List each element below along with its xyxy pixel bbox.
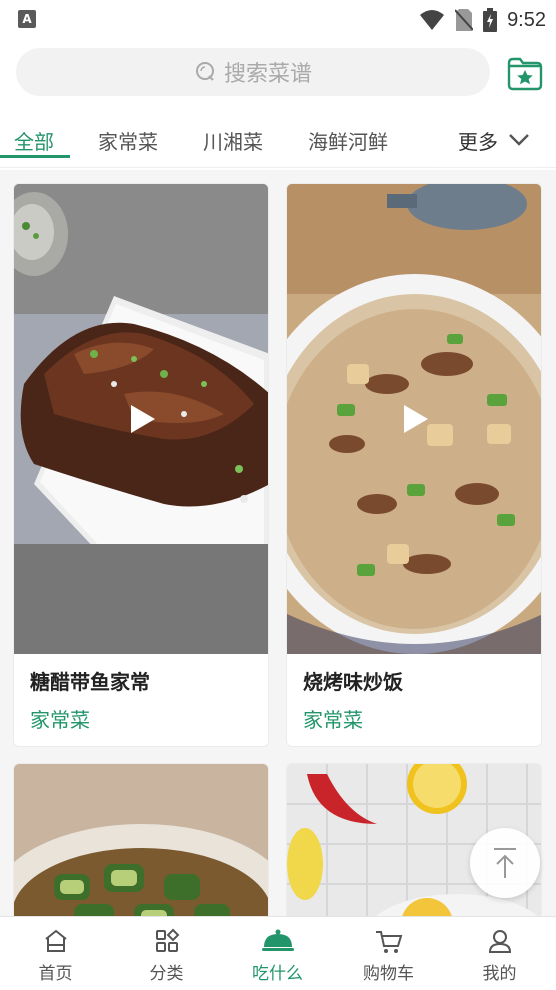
search-icon <box>195 62 214 81</box>
no-sim-icon <box>455 9 474 31</box>
tab-seafood[interactable]: 海鲜河鲜 <box>308 126 388 155</box>
recipe-image <box>287 184 541 654</box>
arrow-up-icon <box>494 848 516 878</box>
nav-mine-label: 我的 <box>482 964 517 984</box>
nav-mine[interactable]: 我的 <box>444 917 555 990</box>
grid-icon <box>155 928 179 952</box>
battery-charging-icon <box>483 8 498 32</box>
tab-all[interactable]: 全部 <box>14 126 54 155</box>
category-tabs: 全部 家常菜 川湘菜 海鲜河鲜 更多 <box>0 112 556 168</box>
more-label: 更多 <box>458 129 498 154</box>
recipe-card[interactable]: 糖醋带鱼家常 家常菜 <box>13 183 269 747</box>
recipe-card[interactable] <box>13 763 269 916</box>
status-icons: 9:52 <box>419 6 546 34</box>
nav-category-label: 分类 <box>149 964 184 984</box>
app-notification-icon: A <box>18 10 36 28</box>
tab-sichuan-hunan[interactable]: 川湘菜 <box>203 126 263 155</box>
nav-category[interactable]: 分类 <box>111 917 222 990</box>
more-categories-button[interactable]: 更多 <box>440 122 556 158</box>
nav-home-label: 首页 <box>38 964 73 984</box>
cucumber-dish-picture <box>14 764 268 916</box>
nav-what-to-eat-label: 吃什么 <box>252 964 303 984</box>
nav-cart[interactable]: 购物车 <box>333 917 444 990</box>
nav-home[interactable]: 首页 <box>0 917 111 990</box>
home-icon <box>44 929 67 952</box>
wifi-icon <box>420 10 445 30</box>
star-folder-icon <box>507 57 543 91</box>
recipe-card[interactable]: 烧烤味炒饭 家常菜 <box>286 183 542 747</box>
recipe-category: 家常菜 <box>30 708 90 732</box>
cart-icon <box>375 931 402 953</box>
active-tab-indicator <box>0 155 70 158</box>
recipe-feed[interactable]: 糖醋带鱼家常 家常菜 烧烤味炒饭 家常菜 <box>0 170 556 916</box>
recipe-title: 烧烤味炒饭 <box>303 670 403 694</box>
recipe-category: 家常菜 <box>303 708 363 732</box>
recipe-title: 糖醋带鱼家常 <box>30 670 150 694</box>
recipe-image <box>14 184 268 654</box>
dish-cover-icon <box>261 929 294 951</box>
status-bar: A 9:52 <box>0 0 556 40</box>
user-icon <box>488 930 511 953</box>
nav-what-to-eat[interactable]: 吃什么 <box>222 917 333 990</box>
play-icon[interactable] <box>121 399 161 439</box>
search-bar[interactable]: 搜索菜谱 <box>16 48 490 96</box>
clock: 9:52 <box>507 8 546 31</box>
search-placeholder: 搜索菜谱 <box>223 62 312 87</box>
play-icon[interactable] <box>394 399 434 439</box>
back-to-top-button[interactable] <box>470 828 540 898</box>
chevron-down-icon <box>509 134 529 146</box>
nav-cart-label: 购物车 <box>363 964 414 984</box>
tab-home-style[interactable]: 家常菜 <box>98 126 158 155</box>
bottom-navigation: 首页 分类 吃什么 购物车 我的 <box>0 916 556 990</box>
favorites-button[interactable] <box>506 54 544 92</box>
